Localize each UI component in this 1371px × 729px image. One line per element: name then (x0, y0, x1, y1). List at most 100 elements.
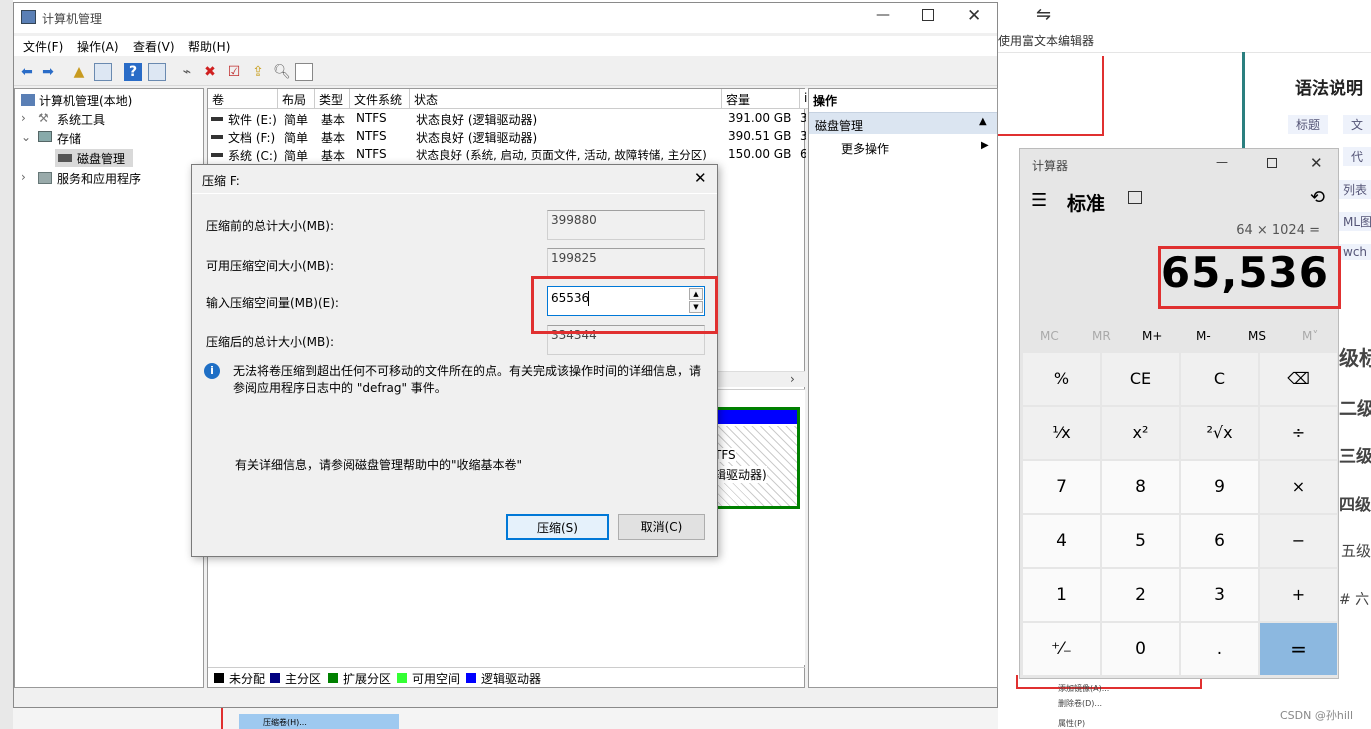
shrink-button[interactable]: 压缩(S) (506, 514, 609, 540)
disk-partition-block[interactable]: TFS 辑驱动器) (711, 407, 800, 509)
ctx-delete-volume[interactable]: 删除卷(D)... (1058, 698, 1102, 709)
more-actions[interactable]: 更多操作 ▶ (809, 138, 997, 158)
ctx-add-mirror[interactable]: 添加镜像(A)... (1058, 683, 1109, 694)
table-row[interactable]: 系统 (C:) 简单 基本 NTFS 状态良好 (系统, 启动, 页面文件, 活… (208, 146, 806, 164)
key-reciprocal[interactable]: ¹⁄x (1023, 407, 1100, 459)
window-title: 计算机管理 (42, 12, 103, 26)
tree-disk-management[interactable]: 磁盘管理 (77, 150, 125, 167)
chevron-down-icon[interactable]: ⌄ (21, 130, 31, 144)
check-icon[interactable]: ☑ (225, 63, 243, 81)
col-layout[interactable]: 布局 (278, 89, 315, 109)
search-icon[interactable]: 🔍︎ (273, 63, 291, 81)
tag-3[interactable]: 列表 (1339, 180, 1371, 199)
tree-services[interactable]: 服务和应用程序 (57, 170, 141, 187)
col-volume[interactable]: 卷 (208, 89, 278, 109)
col-capacity[interactable]: 容量 (722, 89, 800, 109)
tag-1[interactable]: 文 (1343, 115, 1371, 134)
drive-icon (211, 153, 223, 157)
calc-close-button[interactable]: ✕ (1310, 154, 1323, 172)
connect-icon[interactable]: ⌁ (178, 63, 196, 81)
key-sqrt[interactable]: ²√x (1181, 407, 1258, 459)
key-1[interactable]: 1 (1023, 569, 1100, 621)
tree-storage[interactable]: 存储 (57, 130, 81, 147)
menu-file[interactable]: 文件(F) (23, 38, 63, 55)
menu-help[interactable]: 帮助(H) (188, 38, 230, 55)
key-2[interactable]: 2 (1102, 569, 1179, 621)
key-decimal[interactable]: . (1181, 623, 1258, 675)
delete-icon[interactable]: ✖ (201, 63, 219, 81)
tag-0[interactable]: 标题 (1288, 115, 1329, 134)
table-row[interactable]: 软件 (E:) 简单 基本 NTFS 状态良好 (逻辑驱动器) 391.00 G… (208, 110, 806, 128)
key-subtract[interactable]: − (1260, 515, 1337, 567)
keep-on-top-icon[interactable] (1128, 191, 1142, 204)
scroll-right-icon[interactable]: › (790, 372, 795, 386)
key-equals[interactable]: = (1260, 623, 1337, 675)
col-status[interactable]: 状态 (410, 89, 722, 109)
tag-2[interactable]: 代 (1343, 147, 1371, 166)
tree-root[interactable]: 计算机管理(本地) (39, 92, 132, 109)
show-hide-icon[interactable] (148, 63, 166, 81)
menu-view[interactable]: 查看(V) (133, 38, 175, 55)
import-icon[interactable]: ⇪ (249, 63, 267, 81)
legend-swatch (214, 673, 224, 683)
key-6[interactable]: 6 (1181, 515, 1258, 567)
calc-minimize-button[interactable]: — (1216, 155, 1228, 169)
row-capacity: 390.51 GB (728, 129, 792, 143)
memory-add[interactable]: M+ (1142, 329, 1162, 343)
properties-icon[interactable] (295, 63, 313, 81)
legend-label: 扩展分区 (343, 672, 392, 686)
menu-action[interactable]: 操作(A) (77, 38, 119, 55)
col-type[interactable]: 类型 (315, 89, 350, 109)
heading-3: 三级 (1339, 447, 1371, 467)
key-7[interactable]: 7 (1023, 461, 1100, 513)
rich-editor-toggle[interactable]: 使用富文本编辑器 (998, 32, 1094, 49)
key-3[interactable]: 3 (1181, 569, 1258, 621)
heading-2: 二级 (1339, 399, 1371, 420)
key-multiply[interactable]: × (1260, 461, 1337, 513)
back-icon[interactable]: ⬅ (18, 63, 36, 81)
swap-icon[interactable]: ⇋ (1036, 4, 1051, 25)
calc-maximize-button[interactable] (1267, 158, 1277, 168)
key-8[interactable]: 8 (1102, 461, 1179, 513)
key-0[interactable]: 0 (1102, 623, 1179, 675)
ctx-properties[interactable]: 属性(P) (1058, 718, 1085, 729)
key-clear-entry[interactable]: CE (1102, 353, 1179, 405)
actions-section[interactable]: 磁盘管理 ▲ (809, 112, 997, 134)
key-square[interactable]: x² (1102, 407, 1179, 459)
key-clear[interactable]: C (1181, 353, 1258, 405)
maximize-button[interactable] (922, 9, 934, 21)
chevron-right-icon[interactable]: › (21, 170, 26, 184)
row-fs: NTFS (356, 111, 387, 125)
memory-store[interactable]: MS (1248, 329, 1266, 343)
chevron-right-icon[interactable]: › (21, 111, 26, 125)
forward-icon[interactable]: ➡ (39, 63, 57, 81)
help-icon[interactable]: ? (124, 63, 142, 81)
hamburger-icon[interactable]: ☰ (1031, 190, 1047, 211)
ctx-shrink-volume[interactable]: 压缩卷(H)... (263, 717, 307, 728)
col-fs[interactable]: 文件系统 (350, 89, 410, 109)
key-9[interactable]: 9 (1181, 461, 1258, 513)
tag-5[interactable]: wch (1339, 244, 1371, 260)
key-add[interactable]: + (1260, 569, 1337, 621)
collapse-icon[interactable]: ▲ (979, 116, 987, 127)
dialog-close-icon[interactable]: ✕ (694, 169, 707, 187)
up-folder-icon[interactable]: ▲ (70, 63, 88, 81)
console-tree-icon[interactable] (94, 63, 112, 81)
minimize-button[interactable]: — (876, 7, 896, 23)
key-backspace[interactable]: ⌫ (1260, 353, 1337, 405)
row-volume: 文档 (F:) (228, 131, 276, 145)
tree-system-tools[interactable]: 系统工具 (57, 111, 105, 128)
key-5[interactable]: 5 (1102, 515, 1179, 567)
key-negate[interactable]: ⁺⁄₋ (1023, 623, 1100, 675)
cancel-button[interactable]: 取消(C) (618, 514, 705, 540)
close-button[interactable]: ✕ (967, 6, 981, 26)
memory-subtract[interactable]: M- (1196, 329, 1211, 343)
key-4[interactable]: 4 (1023, 515, 1100, 567)
table-row[interactable]: 文档 (F:) 简单 基本 NTFS 状态良好 (逻辑驱动器) 390.51 G… (208, 128, 806, 146)
console-tree: 计算机管理(本地) › ⚒ 系统工具 ⌄ 存储 磁盘管理 › 服务和应用程序 (14, 88, 204, 688)
key-divide[interactable]: ÷ (1260, 407, 1337, 459)
key-percent[interactable]: % (1023, 353, 1100, 405)
history-icon[interactable]: ⟲ (1310, 187, 1325, 208)
partition-status: 辑驱动器) (714, 466, 767, 483)
tag-4[interactable]: ML图 (1339, 212, 1371, 231)
